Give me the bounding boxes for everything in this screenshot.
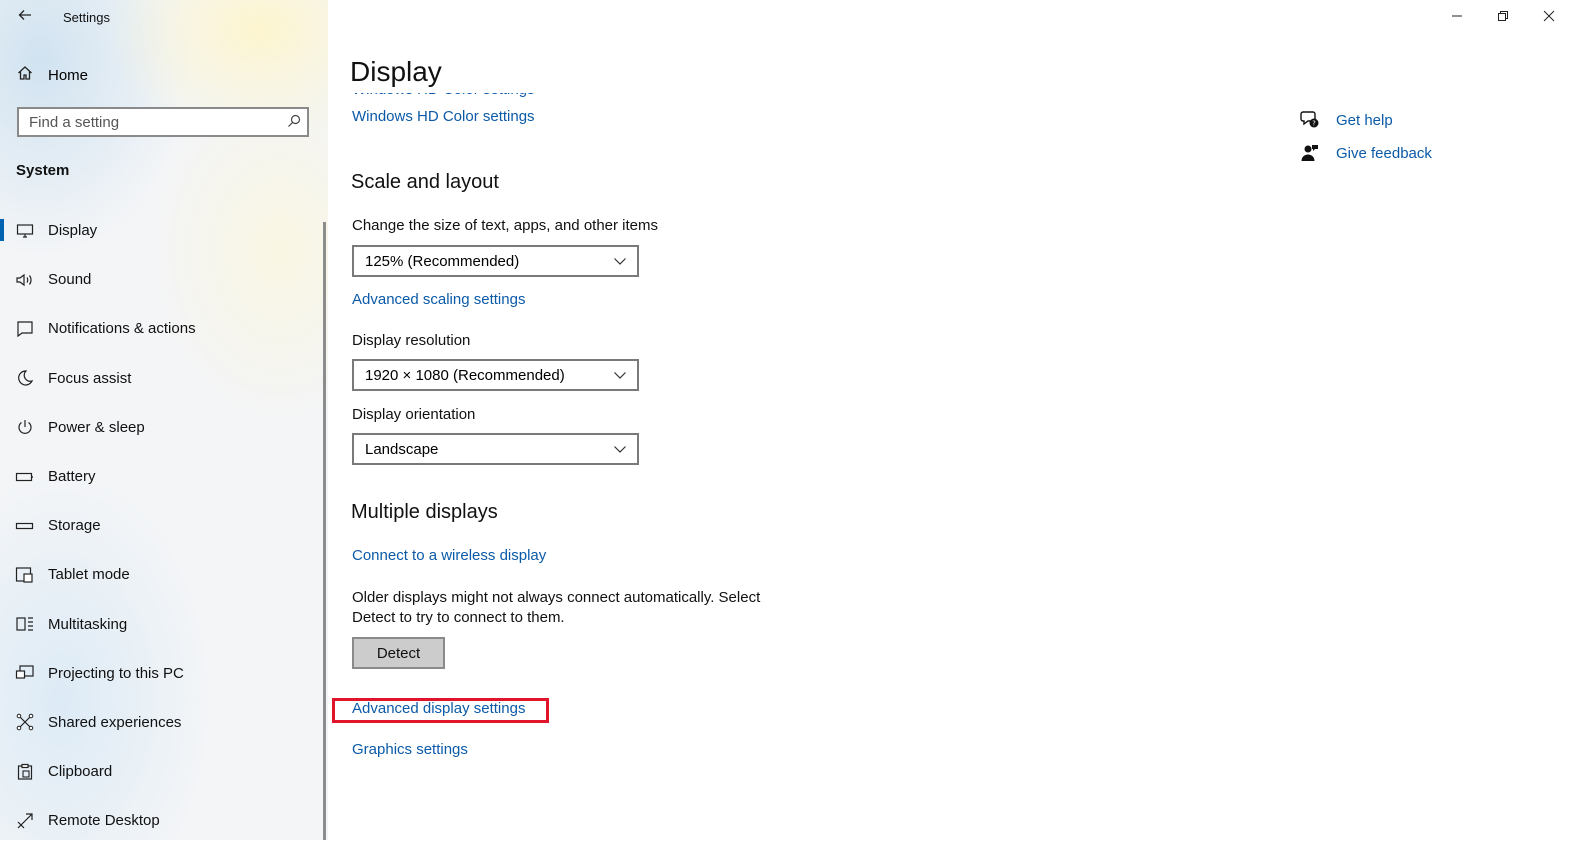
graphics-settings-link[interactable]: Graphics settings (352, 741, 468, 758)
windows-hd-color-link[interactable]: Windows HD Color settings (352, 108, 535, 125)
clipped-scroll-text: Windows HD Color settings (352, 93, 572, 99)
resolution-dropdown-value: 1920 × 1080 (Recommended) (365, 366, 565, 384)
feedback-icon (1300, 143, 1320, 163)
home-icon (16, 64, 34, 86)
get-help-row[interactable]: ? Get help (1300, 110, 1393, 130)
sidebar-item-battery[interactable]: Battery (0, 452, 322, 501)
get-help-link[interactable]: Get help (1336, 112, 1393, 129)
give-feedback-link[interactable]: Give feedback (1336, 145, 1432, 162)
scale-dropdown-value: 125% (Recommended) (365, 252, 520, 270)
sidebar-item-focus-assist[interactable]: Focus assist (0, 354, 322, 403)
close-icon (1543, 9, 1555, 25)
monitor-icon (14, 220, 36, 242)
sidebar-item-notifications[interactable]: Notifications & actions (0, 304, 322, 353)
scale-layout-heading: Scale and layout (351, 171, 499, 193)
sidebar-item-label: Sound (48, 271, 92, 289)
advanced-scaling-link[interactable]: Advanced scaling settings (352, 291, 525, 308)
sidebar-item-label: Battery (48, 468, 96, 486)
sidebar-item-label: Notifications & actions (48, 320, 196, 338)
projecting-icon (14, 662, 36, 684)
hdr-clipped-link: Windows HD Color settings (352, 93, 572, 98)
storage-icon (14, 515, 36, 537)
minimize-button[interactable] (1434, 4, 1480, 30)
orientation-label: Display orientation (352, 406, 476, 423)
minimize-icon (1451, 9, 1463, 25)
page-title: Display (350, 56, 442, 87)
chevron-down-icon (614, 372, 626, 379)
sidebar-item-remote-desktop[interactable]: Remote Desktop (0, 796, 322, 845)
sidebar-item-tablet-mode[interactable]: Tablet mode (0, 550, 322, 599)
restore-icon (1497, 9, 1509, 25)
sidebar-item-label: Display (48, 222, 98, 240)
section-label-system: System (16, 162, 70, 179)
sidebar-nav: Display Sound Notifications & actions Fo… (0, 206, 322, 845)
sidebar-item-power-sleep[interactable]: Power & sleep (0, 403, 322, 452)
detect-description: Older displays might not always connect … (352, 589, 761, 626)
search-icon[interactable] (281, 114, 307, 131)
sidebar-item-projecting[interactable]: Projecting to this PC (0, 649, 322, 698)
sidebar-item-label: Remote Desktop (48, 812, 160, 830)
multitasking-icon (14, 613, 36, 635)
sidebar-item-multitasking[interactable]: Multitasking (0, 600, 322, 649)
close-button[interactable] (1526, 4, 1572, 30)
sidebar-item-shared-experiences[interactable]: Shared experiences (0, 698, 322, 747)
advanced-display-settings-link[interactable]: Advanced display settings (352, 700, 525, 717)
detect-button[interactable]: Detect (352, 637, 445, 669)
shared-experiences-icon (14, 711, 36, 733)
sidebar-item-label: Power & sleep (48, 418, 145, 436)
chevron-down-icon (614, 446, 626, 453)
sidebar-item-clipboard[interactable]: Clipboard (0, 747, 322, 796)
sidebar-home[interactable]: Home (16, 64, 88, 86)
sidebar-item-label: Focus assist (48, 369, 132, 387)
sidebar-item-sound[interactable]: Sound (0, 255, 322, 304)
orientation-dropdown[interactable]: Landscape (352, 433, 639, 465)
sidebar-item-label: Shared experiences (48, 713, 182, 731)
svg-text:?: ? (1312, 120, 1316, 128)
chevron-down-icon (614, 258, 626, 265)
give-feedback-row[interactable]: Give feedback (1300, 143, 1432, 163)
multiple-displays-heading: Multiple displays (351, 501, 498, 523)
notification-icon (14, 318, 36, 340)
tablet-mode-icon (14, 564, 36, 586)
sidebar-item-storage[interactable]: Storage (0, 501, 322, 550)
battery-icon (14, 466, 36, 488)
sidebar-item-label: Projecting to this PC (48, 664, 184, 682)
restore-button[interactable] (1480, 4, 1526, 30)
home-label: Home (48, 66, 89, 84)
sidebar-item-label: Multitasking (48, 615, 128, 633)
resolution-dropdown[interactable]: 1920 × 1080 (Recommended) (352, 359, 639, 391)
search-input[interactable] (19, 109, 281, 135)
speaker-icon (14, 269, 36, 291)
search-box[interactable] (17, 107, 309, 137)
sidebar-scrollbar[interactable] (323, 222, 326, 840)
scale-dropdown[interactable]: 125% (Recommended) (352, 245, 639, 277)
get-help-icon: ? (1300, 110, 1320, 130)
sidebar-item-label: Clipboard (48, 763, 113, 781)
back-arrow-icon[interactable] (14, 6, 36, 28)
wireless-display-link[interactable]: Connect to a wireless display (352, 547, 546, 564)
sidebar: Settings Home System Display Sound Notif… (0, 0, 328, 840)
app-title: Settings (63, 10, 110, 25)
remote-desktop-icon (14, 810, 36, 832)
sidebar-item-label: Tablet mode (48, 566, 130, 584)
clipboard-icon (14, 761, 36, 783)
sidebar-item-display[interactable]: Display (0, 206, 322, 255)
resolution-label: Display resolution (352, 332, 471, 349)
sidebar-item-label: Storage (48, 517, 101, 535)
scale-label: Change the size of text, apps, and other… (352, 217, 659, 234)
moon-icon (14, 367, 36, 389)
orientation-dropdown-value: Landscape (365, 440, 439, 458)
power-icon (14, 416, 36, 438)
